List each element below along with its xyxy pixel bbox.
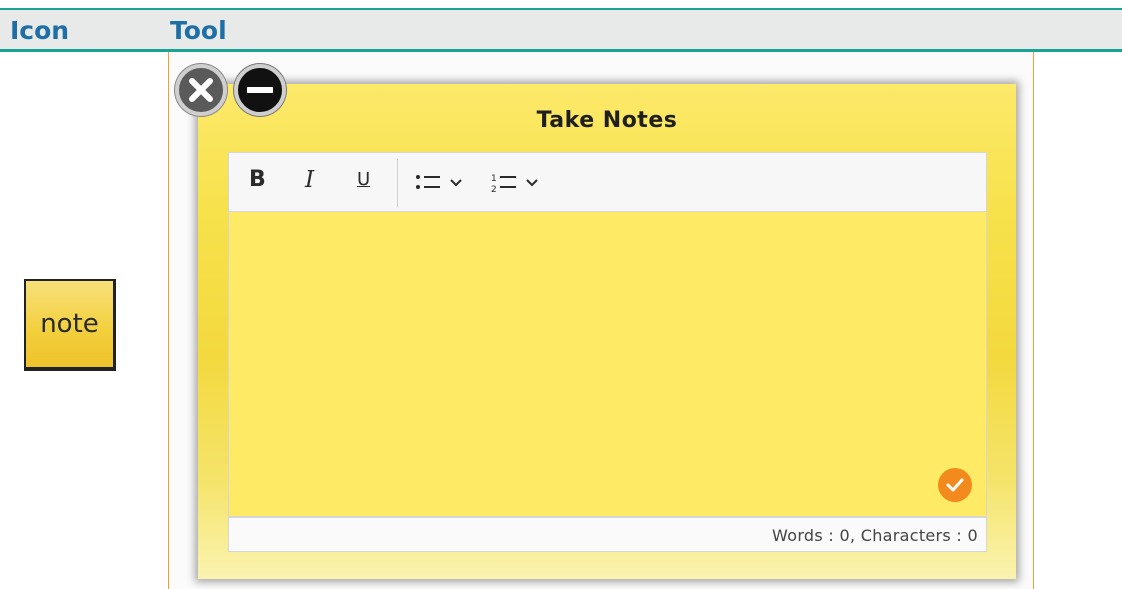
table-header: Icon Tool	[0, 8, 1122, 52]
bold-button[interactable]: B	[249, 167, 266, 192]
column-header-tool: Tool	[170, 16, 227, 45]
check-icon	[946, 478, 964, 492]
editor-toolbar: B I U 1 2	[228, 152, 987, 212]
note-icon-label: note	[40, 309, 99, 339]
italic-button[interactable]: I	[305, 167, 314, 193]
numbered-list-dropdown[interactable]: 1 2	[491, 171, 551, 195]
close-icon	[189, 78, 213, 102]
take-notes-window: Take Notes B I U 1 2 Words: 0, Characte…	[198, 84, 1016, 579]
column-header-icon: Icon	[10, 16, 70, 45]
minimize-icon	[247, 87, 273, 93]
bulleted-list-dropdown[interactable]	[415, 171, 475, 195]
svg-text:2: 2	[491, 185, 497, 195]
close-button[interactable]	[175, 64, 227, 116]
note-window-title: Take Notes	[536, 108, 678, 133]
bulleted-list-icon	[416, 175, 462, 189]
word-count-bar: Words : 0, Characters : 0	[228, 517, 987, 552]
save-note-button[interactable]	[938, 468, 972, 502]
note-tool-icon[interactable]: note	[24, 279, 116, 371]
minimize-button[interactable]	[234, 64, 286, 116]
toolbar-divider	[397, 159, 398, 207]
word-count-status: Words : 0, Characters : 0	[772, 526, 978, 545]
underline-button[interactable]: U	[357, 169, 370, 190]
svg-text:1: 1	[491, 174, 497, 184]
numbered-list-icon: 1 2	[491, 174, 538, 195]
note-editor[interactable]	[228, 212, 987, 517]
